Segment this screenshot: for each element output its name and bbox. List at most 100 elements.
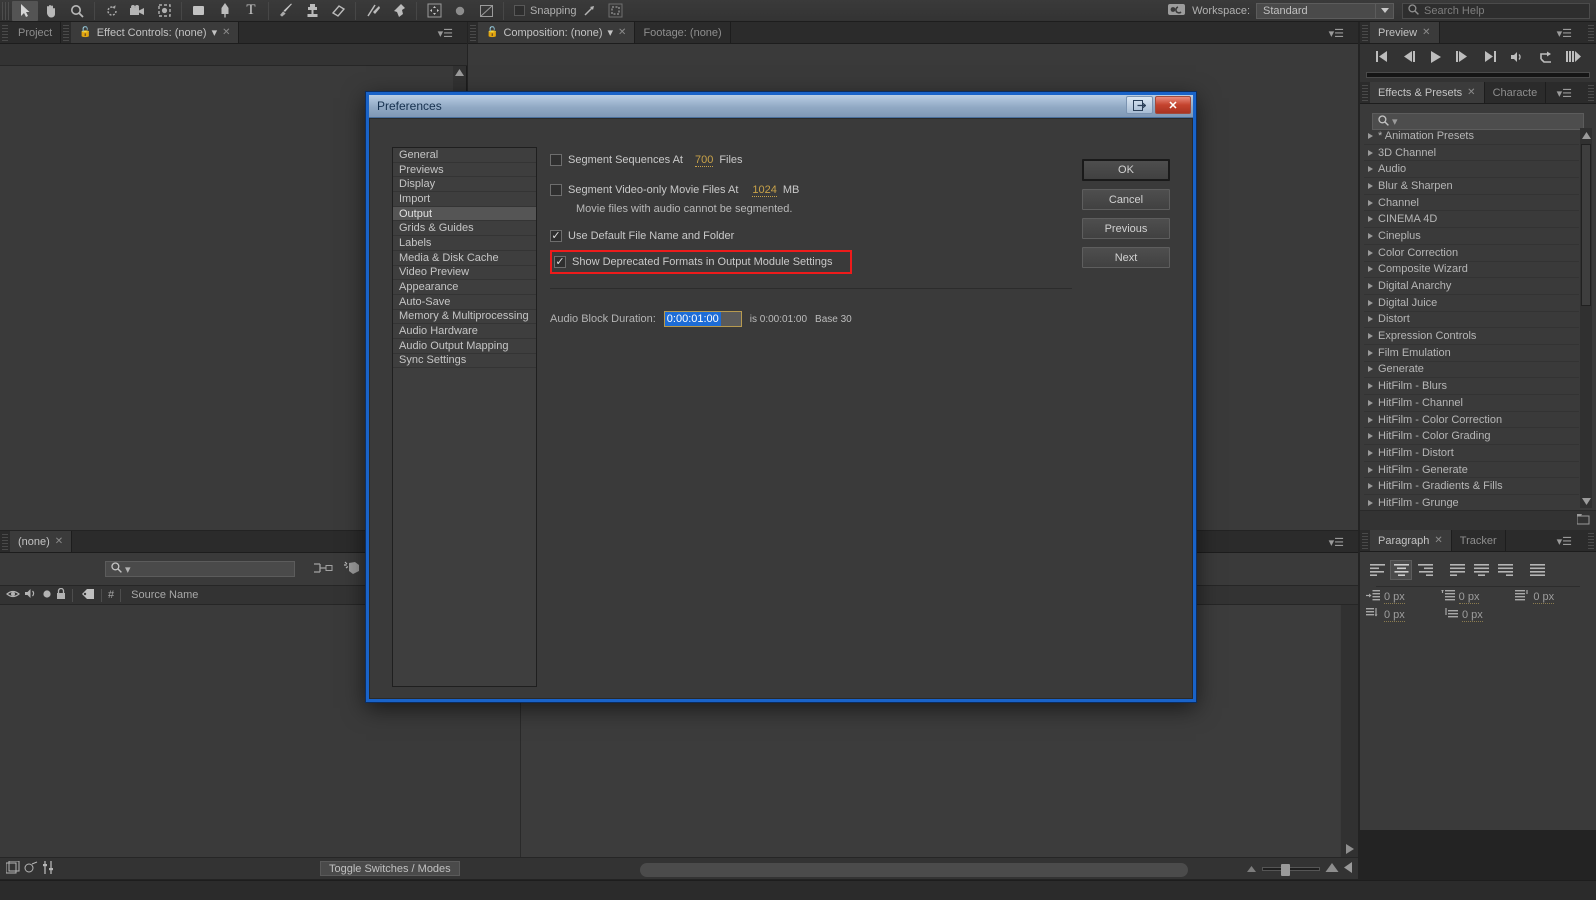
preferences-category-previews[interactable]: Previews	[393, 163, 536, 178]
pan-behind-tool[interactable]	[151, 1, 177, 21]
label-tag-icon[interactable]	[81, 588, 95, 603]
zoom-slider-knob[interactable]	[1281, 863, 1290, 876]
preferences-category-output[interactable]: Output	[393, 206, 536, 222]
eye-icon[interactable]	[6, 589, 20, 602]
indent-right-field[interactable]: 0 px	[1515, 590, 1590, 604]
effects-list[interactable]: * Animation Presets 3D Channel Audio Blur &…	[1364, 128, 1579, 508]
timeline-zoom-slider[interactable]	[1246, 861, 1352, 876]
roto-brush-tool[interactable]	[360, 1, 386, 21]
chevron-down-icon-timeline[interactable]: ▾	[125, 563, 131, 576]
preferences-category-audio-hardware[interactable]: Audio Hardware	[393, 324, 536, 339]
disclosure-triangle-icon[interactable]	[1368, 199, 1373, 206]
eraser-tool[interactable]	[325, 1, 351, 21]
toolbar-grip[interactable]	[2, 1, 9, 20]
preferences-category-import[interactable]: Import	[393, 192, 536, 207]
fx-scroll-thumb[interactable]	[1581, 144, 1591, 306]
zoom-in-icon[interactable]	[1325, 862, 1339, 875]
disclosure-triangle-icon[interactable]	[1368, 499, 1373, 506]
effect-controls-grip[interactable]	[63, 24, 70, 41]
disclosure-triangle-icon[interactable]	[1368, 483, 1373, 490]
solo-icon[interactable]	[42, 589, 52, 602]
close-icon-para[interactable]: ✕	[1434, 535, 1442, 546]
tab-composition[interactable]: 🔓 Composition: (none) ▾ ✕	[478, 22, 636, 43]
comp-tab-grip[interactable]	[470, 24, 476, 41]
loop-button[interactable]	[1539, 51, 1553, 66]
fx-tab-grip[interactable]	[1362, 84, 1368, 101]
disclosure-triangle-icon[interactable]	[1368, 216, 1373, 223]
effects-list-item[interactable]: 3D Channel	[1364, 145, 1579, 162]
toggle-switches-modes-button[interactable]: Toggle Switches / Modes	[320, 861, 460, 876]
disclosure-triangle-icon[interactable]	[1368, 232, 1373, 239]
new-folder-icon[interactable]	[1576, 513, 1590, 528]
effects-list-item[interactable]: HitFilm - Generate	[1364, 462, 1579, 479]
effects-list-item[interactable]: Cineplus	[1364, 228, 1579, 245]
effects-list-item[interactable]: * Animation Presets	[1364, 128, 1579, 145]
close-icon-comp[interactable]: ✕	[618, 27, 626, 38]
align-left-button[interactable]	[1366, 560, 1388, 580]
snapping-control[interactable]: Snapping	[514, 5, 577, 17]
effects-list-item[interactable]: HitFilm - Color Correction	[1364, 412, 1579, 429]
close-icon[interactable]: ✕	[222, 27, 230, 38]
disclosure-triangle-icon[interactable]	[1368, 449, 1373, 456]
effects-list-item[interactable]: HitFilm - Grunge	[1364, 495, 1579, 508]
dialog-title-bar[interactable]: Preferences ✕	[369, 95, 1193, 118]
indent-first-field[interactable]: 0 px	[1440, 589, 1516, 604]
cancel-button[interactable]: Cancel	[1082, 189, 1170, 210]
next-frame-button[interactable]	[1455, 51, 1469, 65]
lock-icon[interactable]: 🔓	[79, 27, 91, 38]
tab-project[interactable]: Project	[10, 22, 62, 43]
audio-icon[interactable]	[24, 588, 38, 602]
lock-icon-comp[interactable]: 🔓	[486, 27, 498, 38]
effects-list-item[interactable]: Blur & Sharpen	[1364, 178, 1579, 195]
fx-scroll-up-icon[interactable]	[1580, 128, 1592, 142]
disclosure-triangle-icon[interactable]	[1368, 249, 1373, 256]
timeline-scroll-left-icon[interactable]	[1344, 861, 1352, 876]
disclosure-triangle-icon[interactable]	[1368, 466, 1373, 473]
disclosure-triangle-icon[interactable]	[1368, 132, 1373, 139]
preferences-category-general[interactable]: General	[393, 148, 536, 163]
ok-button[interactable]: OK	[1082, 159, 1170, 181]
close-icon-timeline[interactable]: ✕	[55, 536, 63, 547]
search-help-field[interactable]: Search Help	[1402, 2, 1590, 19]
preferences-category-list[interactable]: General Previews Display Import Output Grids …	[392, 147, 537, 687]
disclosure-triangle-icon[interactable]	[1368, 149, 1373, 156]
preferences-category-appearance[interactable]: Appearance	[393, 280, 536, 295]
use-default-checkbox[interactable]: ✓	[550, 230, 562, 242]
mask-icon[interactable]	[473, 1, 499, 21]
preferences-category-media-disk-cache[interactable]: Media & Disk Cache	[393, 251, 536, 266]
workspace-icon[interactable]	[1168, 3, 1186, 19]
segment-sequences-value[interactable]: 700	[694, 154, 714, 167]
comp-dropdown-icon[interactable]: ▾	[608, 26, 614, 39]
align-center-button[interactable]	[1390, 560, 1412, 580]
tab-paragraph[interactable]: Paragraph ✕	[1370, 530, 1452, 551]
timeline-scroll-right-icon[interactable]	[1341, 841, 1358, 857]
timeline-vertical-scrollbar[interactable]	[1341, 605, 1358, 857]
tab-footage[interactable]: Footage: (none)	[635, 22, 731, 43]
disclosure-triangle-icon[interactable]	[1368, 283, 1373, 290]
tab-tracker[interactable]: Tracker	[1452, 530, 1506, 551]
clone-stamp-tool[interactable]	[299, 1, 325, 21]
shape-tool[interactable]	[186, 1, 212, 21]
disclosure-triangle-icon[interactable]	[1368, 333, 1373, 340]
fx-right-grip[interactable]	[1588, 84, 1594, 101]
project-tab-grip[interactable]	[2, 24, 8, 41]
dot-icon[interactable]	[447, 1, 473, 21]
zoom-tool[interactable]	[64, 1, 90, 21]
first-frame-button[interactable]	[1375, 51, 1389, 65]
disclosure-triangle-icon[interactable]	[1368, 383, 1373, 390]
close-icon-fx[interactable]: ✕	[1467, 87, 1475, 98]
effects-scrollbar[interactable]	[1580, 128, 1592, 508]
hand-tool[interactable]	[38, 1, 64, 21]
preferences-category-labels[interactable]: Labels	[393, 236, 536, 251]
snap-box-icon[interactable]	[603, 1, 629, 21]
disclosure-triangle-icon[interactable]	[1368, 366, 1373, 373]
disclosure-triangle-icon[interactable]	[1368, 349, 1373, 356]
para-panel-menu-icon[interactable]: ▾☰	[1557, 535, 1572, 548]
audio-block-duration-input[interactable]: 0:00:01:00	[663, 311, 742, 327]
type-tool[interactable]: T	[238, 1, 264, 21]
comp-render-flowchart-icon[interactable]	[5, 860, 20, 877]
disclosure-triangle-icon[interactable]	[1368, 166, 1373, 173]
zoom-out-icon[interactable]	[1246, 863, 1257, 875]
segment-video-checkbox[interactable]	[550, 184, 562, 196]
preview-tab-grip[interactable]	[1362, 24, 1368, 41]
